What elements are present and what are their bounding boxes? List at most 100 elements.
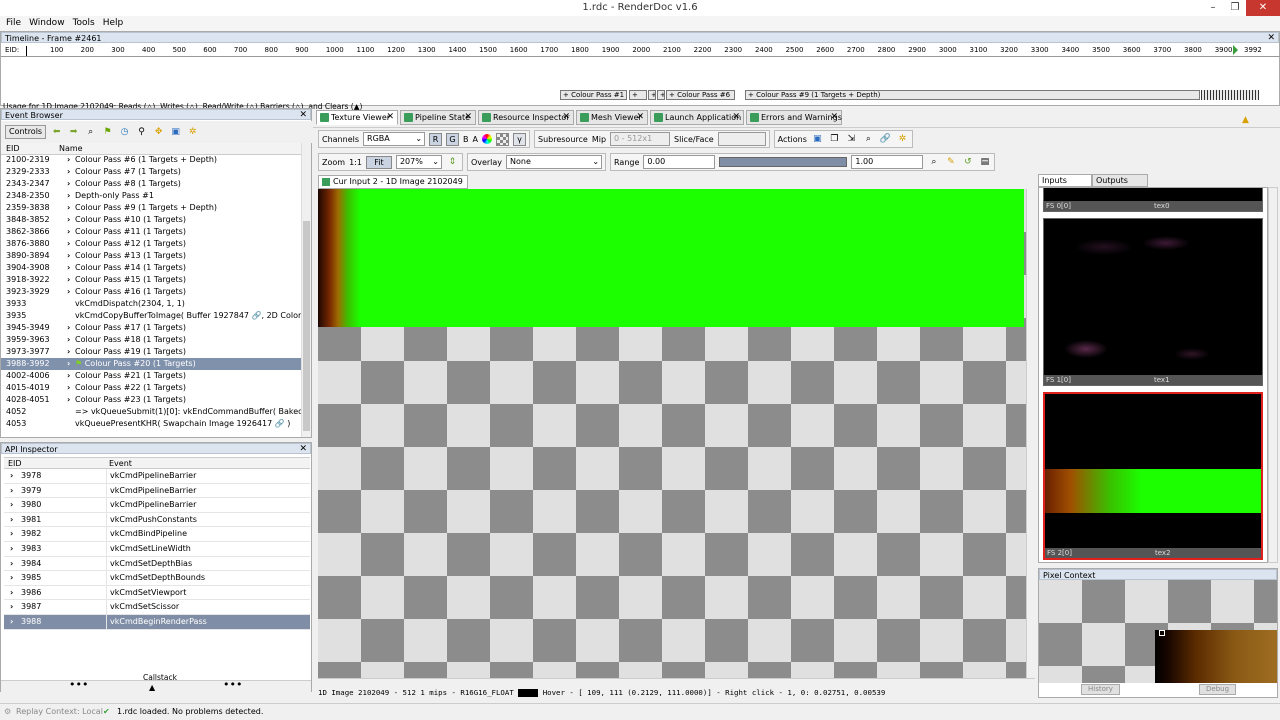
timeline-pass[interactable]: +: [648, 90, 656, 100]
texture-tab[interactable]: Cur Input 2 - 1D Image 2102049: [318, 175, 468, 189]
zoom-range-icon[interactable]: ⌕: [927, 156, 940, 169]
bookmark-icon[interactable]: ✲: [186, 126, 199, 139]
event-row[interactable]: 3876-3880 › Colour Pass #12 (1 Targets): [1, 238, 301, 250]
more-icon[interactable]: •••: [223, 678, 242, 691]
chevron-right-icon[interactable]: ›: [67, 166, 75, 178]
timeline-pass[interactable]: + Colour Pass #9 (1 Targets + Depth): [745, 90, 1200, 100]
thumbnail-tex1[interactable]: FS 1[0] tex1: [1043, 218, 1263, 386]
api-row[interactable]: › 3980 vkCmdPipelineBarrier: [4, 498, 310, 513]
api-row[interactable]: › 3981 vkCmdPushConstants: [4, 512, 310, 528]
chevron-right-icon[interactable]: ›: [67, 262, 75, 274]
event-row[interactable]: 4053 vkQueuePresentKHR( Swapchain Image 1…: [1, 418, 301, 430]
event-list-scrollbar[interactable]: [301, 143, 311, 437]
fit-button[interactable]: Fit: [365, 155, 392, 169]
settings-icon[interactable]: ✲: [896, 133, 909, 146]
channel-r-toggle[interactable]: R: [429, 132, 443, 146]
channel-b-toggle[interactable]: B: [463, 135, 469, 144]
arrow-right-icon[interactable]: ➡: [67, 126, 80, 139]
debug-button[interactable]: Debug: [1199, 684, 1237, 695]
close-icon[interactable]: ✕: [299, 110, 307, 121]
texture-viewport[interactable]: [318, 189, 1026, 678]
tab-resource-inspector[interactable]: Resource Inspector ✕: [478, 110, 574, 125]
event-row[interactable]: 3904-3908 › Colour Pass #14 (1 Targets): [1, 262, 301, 274]
tab-launch-application[interactable]: Launch Application ✕: [650, 110, 744, 125]
flip-icon[interactable]: ⇕: [446, 156, 459, 169]
chevron-right-icon[interactable]: ›: [67, 346, 75, 358]
chevron-right-icon[interactable]: ›: [10, 557, 13, 572]
timeline-pass[interactable]: + Colour Pass #1: [560, 90, 627, 100]
chevron-right-icon[interactable]: ›: [67, 394, 75, 406]
history-button[interactable]: History: [1081, 684, 1120, 695]
range-slider[interactable]: [719, 157, 848, 167]
save-icon[interactable]: ▣: [811, 133, 824, 146]
chevron-right-icon[interactable]: ›: [67, 286, 75, 298]
mip-select[interactable]: 0 - 512x1: [610, 132, 671, 146]
chevron-right-icon[interactable]: ›: [10, 484, 13, 499]
chevron-right-icon[interactable]: ›: [67, 274, 75, 286]
callstack-label[interactable]: Callstack: [143, 673, 177, 682]
maximize-button[interactable]: ❐: [1224, 0, 1246, 16]
event-row[interactable]: 2359-3838 › Colour Pass #9 (1 Targets + De…: [1, 202, 301, 214]
close-icon[interactable]: ✕: [732, 111, 740, 124]
close-icon[interactable]: ✕: [386, 111, 394, 124]
timeline-pass[interactable]: + Colour Pass #6: [666, 90, 735, 100]
zoom-select[interactable]: 207% ⌄: [395, 155, 442, 169]
menu-help[interactable]: Help: [103, 16, 124, 31]
pixel-context-view[interactable]: [1039, 580, 1277, 683]
chevron-right-icon[interactable]: ›: [10, 586, 13, 601]
event-row[interactable]: 3988-3992 › ⚑ Colour Pass #20 (1 Targets): [1, 358, 301, 370]
chevron-right-icon[interactable]: ›: [67, 250, 75, 262]
zoom-1to1-button[interactable]: 1:1: [349, 158, 362, 167]
event-row[interactable]: 4015-4019 › Colour Pass #22 (1 Targets): [1, 382, 301, 394]
event-row[interactable]: 3935 vkCmdCopyBufferToImage( Buffer 19278…: [1, 310, 301, 322]
chevron-right-icon[interactable]: ›: [10, 498, 13, 513]
minimize-button[interactable]: –: [1202, 0, 1224, 16]
scroll-thumb[interactable]: [303, 221, 310, 431]
tab-outputs[interactable]: Outputs: [1092, 174, 1148, 187]
settings-icon[interactable]: ✥: [152, 126, 165, 139]
event-row[interactable]: 3862-3866 › Colour Pass #11 (1 Targets): [1, 226, 301, 238]
chevron-right-icon[interactable]: ›: [10, 542, 13, 557]
chevron-right-icon[interactable]: ›: [67, 202, 75, 214]
api-row[interactable]: › 3979 vkCmdPipelineBarrier: [4, 483, 310, 499]
histogram-icon[interactable]: ▤: [978, 156, 991, 169]
chevron-right-icon[interactable]: ›: [67, 190, 75, 202]
controls-button[interactable]: Controls: [5, 125, 47, 139]
clock-icon[interactable]: ◷: [118, 126, 131, 139]
tab-errors-and-warnings[interactable]: Errors and Warnings ✕: [746, 110, 842, 125]
chevron-right-icon[interactable]: ›: [10, 600, 13, 615]
chevron-right-icon[interactable]: ›: [10, 527, 13, 542]
timeline-pass[interactable]: +: [657, 90, 665, 100]
flag-icon[interactable]: ⚑: [101, 126, 114, 139]
chevron-right-icon[interactable]: ›: [67, 214, 75, 226]
chevron-right-icon[interactable]: ›: [67, 178, 75, 190]
chevron-right-icon[interactable]: ›: [67, 382, 75, 394]
timeline-pass-cluster[interactable]: [1201, 90, 1259, 100]
menu-window[interactable]: Window: [29, 16, 65, 31]
api-row[interactable]: › 3987 vkCmdSetScissor: [4, 600, 310, 615]
timeline-pass[interactable]: +: [629, 90, 647, 100]
event-row[interactable]: 2348-2350 › Depth-only Pass #1: [1, 190, 301, 202]
chevron-right-icon[interactable]: ›: [10, 571, 13, 586]
event-row[interactable]: 4028-4051 › Colour Pass #23 (1 Targets): [1, 394, 301, 406]
reset-icon[interactable]: ↺: [961, 156, 974, 169]
close-icon[interactable]: ✕: [830, 111, 838, 124]
auto-fit-icon[interactable]: ✎: [944, 156, 957, 169]
tab-texture-viewer[interactable]: Texture Viewer ✕: [316, 110, 398, 125]
viewport-vertical-scrollbar[interactable]: [1026, 189, 1035, 678]
event-row[interactable]: 3923-3929 › Colour Pass #16 (1 Targets): [1, 286, 301, 298]
event-row[interactable]: 3945-3949 › Colour Pass #17 (1 Targets): [1, 322, 301, 334]
gamma-icon[interactable]: γ: [513, 132, 526, 146]
channel-a-toggle[interactable]: A: [473, 135, 478, 144]
event-row[interactable]: 3918-3922 › Colour Pass #15 (1 Targets): [1, 274, 301, 286]
link-icon[interactable]: 🔗: [879, 133, 892, 146]
api-row[interactable]: › 3983 vkCmdSetLineWidth: [4, 542, 310, 557]
event-row[interactable]: 2343-2347 › Colour Pass #8 (1 Targets): [1, 178, 301, 190]
overlay-select[interactable]: None ⌄: [506, 155, 603, 169]
splitter-up-icon[interactable]: ▲: [149, 683, 155, 692]
event-row[interactable]: 3848-3852 › Colour Pass #10 (1 Targets): [1, 214, 301, 226]
event-row[interactable]: 4002-4006 › Colour Pass #21 (1 Targets): [1, 370, 301, 382]
save-icon[interactable]: ▣: [169, 126, 182, 139]
tab-inputs[interactable]: Inputs: [1038, 174, 1092, 187]
chevron-right-icon[interactable]: ›: [67, 322, 75, 334]
